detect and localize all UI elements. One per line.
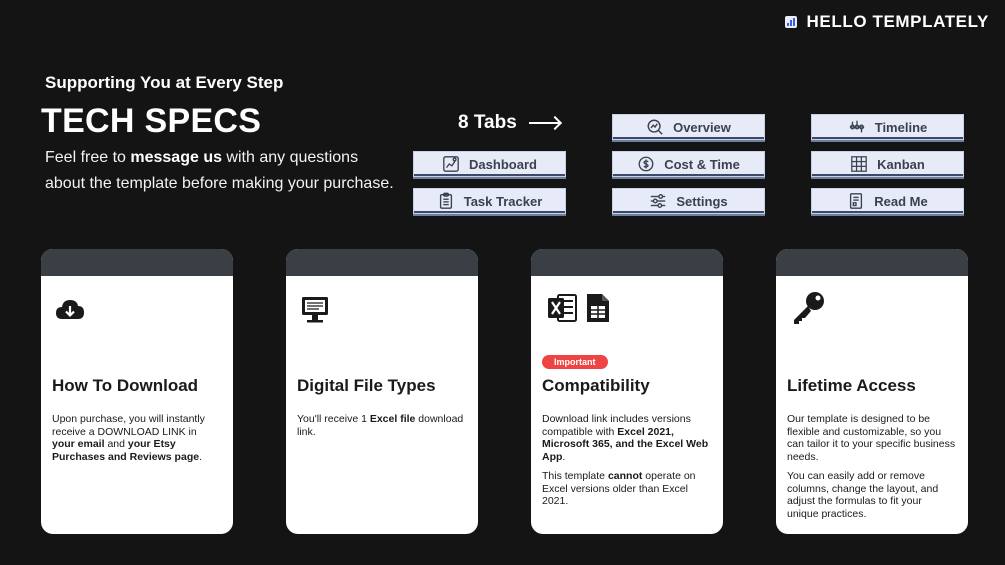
tabs-count-label: 8 Tabs <box>458 112 559 134</box>
arrow-right-icon <box>528 122 559 124</box>
card-compatibility: Important Compatibility Download link in… <box>531 249 723 534</box>
card-title: Digital File Types <box>297 376 436 395</box>
sheets-icon <box>587 294 609 322</box>
tab-task-tracker[interactable]: Task Tracker <box>413 188 566 214</box>
card-header-bar <box>531 249 723 276</box>
tab-read-me[interactable]: Read Me <box>811 188 964 214</box>
important-badge: Important <box>542 355 608 369</box>
chart-logo-icon <box>784 16 797 28</box>
tab-dashboard[interactable]: Dashboard <box>413 151 566 177</box>
page-subtitle: Supporting You at Every Step <box>45 73 284 92</box>
card-lifetime-access: Lifetime Access Our template is designed… <box>776 249 968 534</box>
computer-icon <box>302 297 328 323</box>
card-title: Compatibility <box>542 376 650 395</box>
card-digital-file-types: Digital File Types You'll receive 1 Exce… <box>286 249 478 534</box>
card-body: Our template is designed to be flexible … <box>787 413 956 520</box>
timeline-icon <box>849 120 864 133</box>
card-body: You'll receive 1 Excel file download lin… <box>297 413 464 438</box>
card-title: How To Download <box>52 376 199 395</box>
sliders-icon <box>651 194 666 208</box>
card-how-to-download: How To Download Upon purchase, you will … <box>41 249 233 534</box>
card-title: Lifetime Access <box>787 376 916 395</box>
tab-kanban[interactable]: Kanban <box>811 151 964 177</box>
search-chart-icon <box>647 119 663 135</box>
clipboard-icon <box>439 192 452 209</box>
card-header-bar <box>286 249 478 276</box>
card-header-bar <box>41 249 233 276</box>
brand-name: HELLO TEMPLATELY <box>806 12 989 31</box>
tab-settings[interactable]: Settings <box>612 188 765 214</box>
document-icon <box>850 193 863 209</box>
key-icon <box>794 292 824 324</box>
cloud-download-icon <box>56 300 84 319</box>
tab-timeline[interactable]: Timeline <box>811 114 964 140</box>
card-header-bar <box>776 249 968 276</box>
intro-text: Feel free to message us with any questio… <box>45 149 394 192</box>
message-us-link[interactable]: message us <box>130 149 222 166</box>
tab-cost-time[interactable]: Cost & Time <box>612 151 765 177</box>
card-body: Upon purchase, you will instantly receiv… <box>52 413 205 463</box>
brand: HELLO TEMPLATELY <box>784 12 989 32</box>
excel-icon <box>548 294 577 322</box>
cost-time-icon <box>638 156 654 172</box>
tab-overview[interactable]: Overview <box>612 114 765 140</box>
page-title: TECH SPECS <box>41 102 262 140</box>
card-body: Download link includes versions compatib… <box>542 413 709 507</box>
kanban-icon <box>851 156 867 172</box>
dashboard-icon <box>443 156 459 172</box>
